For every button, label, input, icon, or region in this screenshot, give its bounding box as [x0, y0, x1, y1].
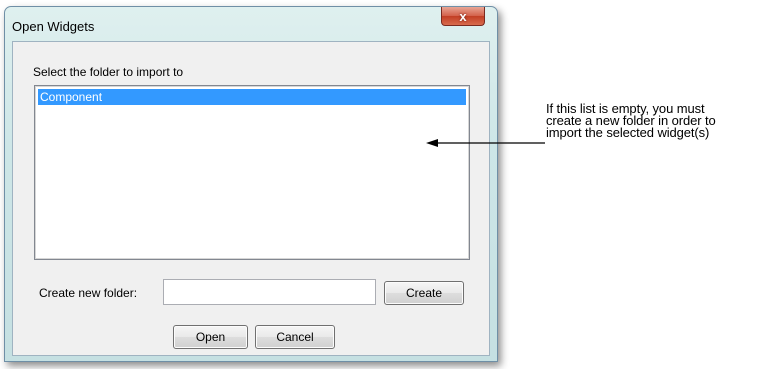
stage: Open Widgets x Select the folder to impo…	[0, 0, 778, 369]
annotation-line: import the selected widget(s)	[546, 125, 710, 140]
annotation-arrow	[426, 139, 545, 147]
annotation-note: If this list is empty, you must create a…	[546, 102, 716, 140]
